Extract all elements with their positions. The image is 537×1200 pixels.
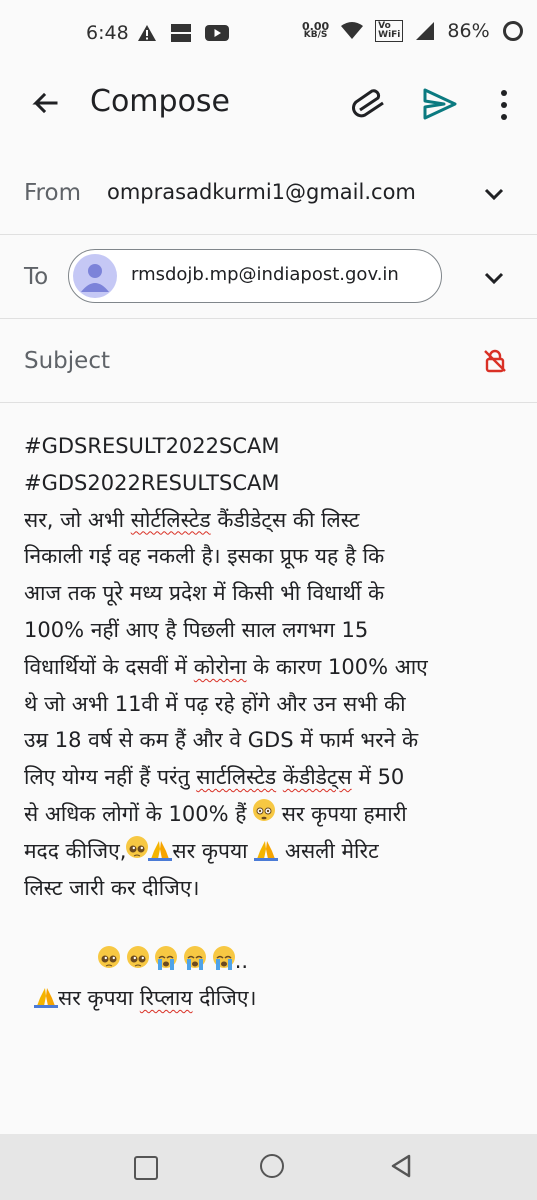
volte-wifi-badge: Vo WiFi <box>375 20 404 42</box>
recipient-email: rmsdojb.mp@indiapost.gov.in <box>131 264 399 285</box>
misspelled-word: केंडीडेट्स <box>282 765 352 790</box>
battery-icon <box>502 21 523 41</box>
status-bar: 6:48 0.00 KB/S Vo WiFi 86% <box>0 0 537 70</box>
home-button[interactable] <box>260 1154 284 1178</box>
folded-hands-emoji <box>254 836 279 861</box>
body-line: थे जो अभी 11वी में पढ़ रहे होंगे और उन स… <box>24 691 406 716</box>
status-time: 6:48 <box>86 22 129 44</box>
attach-icon[interactable] <box>350 88 388 120</box>
body-line: सर कृपया रिप्लाय दीजिए। <box>24 980 524 1017</box>
from-label: From <box>24 180 81 206</box>
subject-field[interactable]: Subject <box>24 348 110 374</box>
confidential-lock-icon[interactable] <box>484 349 506 373</box>
to-row: To rmsdojb.mp@indiapost.gov.in <box>0 234 537 319</box>
pleading-face-emoji <box>98 946 120 969</box>
back-triangle-icon[interactable] <box>390 1154 412 1178</box>
body-line: निकाली गई वह नकली है। इसका प्रूफ यह है क… <box>24 544 385 569</box>
from-email[interactable]: omprasadkurmi1@gmail.com <box>107 180 416 204</box>
back-arrow-icon[interactable] <box>28 88 60 120</box>
loudly-crying-face-emoji <box>212 946 235 971</box>
notification-icons <box>137 22 229 44</box>
misspelled-word: सार्टलिस्टेड <box>196 765 277 790</box>
wifi-icon <box>341 22 364 39</box>
recents-button[interactable] <box>134 1156 158 1180</box>
body-line: आज तक पूरे मध्य प्रदेश में किसी भी विधार… <box>24 581 385 606</box>
folded-hands-emoji <box>34 983 58 1008</box>
loudly-crying-face-emoji <box>184 946 207 971</box>
to-label: To <box>24 264 49 290</box>
pleading-face-emoji <box>126 835 149 858</box>
misspelled-word: सोर्टलिस्टेड <box>130 507 211 532</box>
body-line: से अधिक लोगों के 100% हैं सर कृपया हमारी <box>24 796 524 833</box>
body-line: #GDS2022RESULTSCAM <box>24 470 280 495</box>
status-right: 0.00 KB/S Vo WiFi 86% <box>302 20 524 42</box>
loudly-crying-face-emoji <box>155 946 178 971</box>
battery-percent: 86% <box>447 20 490 42</box>
body-line: लिए योग्य नहीं हैं परंतु सार्टलिस्टेड के… <box>24 765 405 790</box>
body-line: #GDSRESULT2022SCAM <box>24 434 280 458</box>
person-icon <box>81 264 109 292</box>
subject-row[interactable]: Subject <box>0 318 537 403</box>
folded-hands-emoji <box>148 836 173 861</box>
network-speed: 0.00 KB/S <box>302 20 330 40</box>
body-line-blank <box>24 906 524 943</box>
dainik-bhaskar-app-icon <box>171 24 191 42</box>
more-vert-icon[interactable] <box>492 88 516 122</box>
send-icon[interactable] <box>422 87 458 121</box>
pleading-face-emoji <box>126 946 149 969</box>
misspelled-word: रिप्लाय <box>139 985 193 1010</box>
flushed-face-emoji <box>253 798 276 821</box>
chevron-down-icon[interactable] <box>483 187 505 201</box>
body-line: लिस्ट जारी कर दीजिए। <box>24 875 200 900</box>
app-bar: Compose <box>0 70 537 140</box>
misspelled-word: कोरोना <box>193 654 247 679</box>
body-line: सर, जो अभी सोर्टलिस्टेड कैंडीडेट्स की लि… <box>24 507 360 532</box>
body-line: .. <box>24 943 524 980</box>
email-body[interactable]: #GDSRESULT2022SCAM #GDS2022RESULTSCAM सर… <box>24 428 524 1017</box>
warning-icon <box>138 25 156 41</box>
body-line: विधार्थियों के दसवीं में कोरोना के कारण … <box>24 654 428 679</box>
from-row: From omprasadkurmi1@gmail.com <box>0 152 537 235</box>
avatar <box>73 254 117 298</box>
body-line: उम्र 18 वर्ष से कम हैं और वे GDS में फार… <box>24 728 419 753</box>
signal-icon <box>416 22 435 40</box>
youtube-icon <box>205 25 229 41</box>
page-title: Compose <box>90 84 231 119</box>
recipient-chip[interactable]: rmsdojb.mp@indiapost.gov.in <box>68 249 442 303</box>
body-line: 100% नहीं आए है पिछली साल लगभग 15 <box>24 617 369 642</box>
body-line: मदद कीजिए, सर कृपया असली मेरिट <box>24 833 524 870</box>
chevron-down-icon[interactable] <box>483 271 505 285</box>
system-nav-bar <box>0 1134 537 1200</box>
